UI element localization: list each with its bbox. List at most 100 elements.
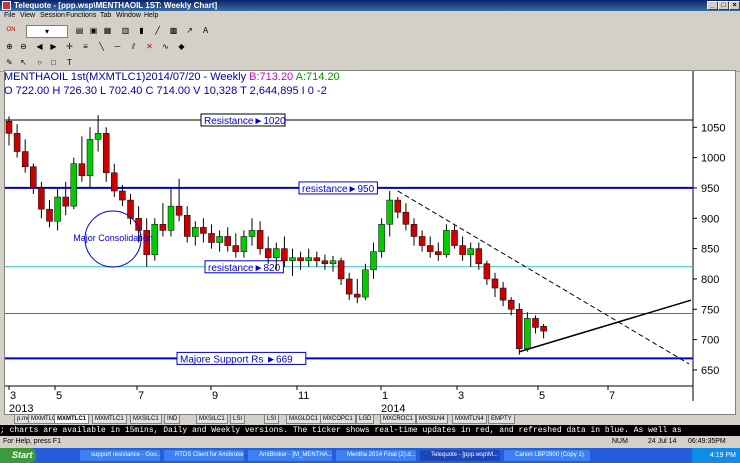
save-icon[interactable]: ▣ bbox=[88, 25, 99, 36]
symbol-tab[interactable]: LGD bbox=[356, 415, 375, 424]
arrow-icon[interactable]: ↗ bbox=[184, 25, 195, 36]
candle-body bbox=[232, 245, 240, 252]
indicator-icon[interactable]: ∿ bbox=[160, 41, 171, 52]
candle-body bbox=[443, 230, 450, 255]
crosshair-icon[interactable]: ✛ bbox=[64, 41, 75, 52]
pan-left-icon[interactable]: ◀ bbox=[34, 41, 45, 52]
menu-session[interactable]: Session bbox=[40, 12, 65, 19]
menu-window[interactable]: Window bbox=[116, 12, 141, 19]
chart-panel[interactable]: 650 700 750 800 850 900 950 1000 1050 Resistance►… bbox=[4, 70, 736, 415]
candle-body bbox=[507, 299, 515, 310]
delete-icon[interactable]: ✕ bbox=[144, 41, 155, 52]
symbol-combo[interactable]: ▾ bbox=[26, 25, 68, 38]
hline-icon[interactable]: ─ bbox=[112, 41, 123, 52]
symbol-tab[interactable]: MXMTLC1 bbox=[92, 415, 127, 424]
candle-body bbox=[240, 236, 248, 252]
open-icon[interactable]: ▤ bbox=[74, 25, 85, 36]
fib-icon[interactable]: ≡ bbox=[80, 41, 91, 52]
maximize-button[interactable]: □ bbox=[718, 1, 729, 10]
pan-right-icon[interactable]: ▶ bbox=[48, 41, 59, 52]
menu-view[interactable]: View bbox=[20, 12, 35, 19]
chart-icon[interactable]: ▥ bbox=[120, 25, 131, 36]
candle-body bbox=[524, 318, 531, 349]
x-tick-label: 3 bbox=[10, 390, 16, 402]
candle-body bbox=[38, 187, 45, 210]
status-help-text: For Help, press F1 bbox=[3, 438, 61, 445]
menu-functions[interactable]: Functions bbox=[66, 12, 96, 19]
start-button[interactable]: Start bbox=[0, 448, 36, 463]
candle-body bbox=[491, 278, 499, 289]
chart-header-line2: O 722.00 H 726.30 L 702.40 C 714.00 V 10… bbox=[4, 85, 327, 97]
candle-body bbox=[329, 260, 337, 265]
symbol-tab[interactable]: MXMTLC1 bbox=[54, 415, 89, 424]
uptrend-line bbox=[519, 299, 692, 353]
candle-body bbox=[313, 257, 321, 261]
trendline-icon[interactable]: ╲ bbox=[96, 41, 107, 52]
status-date: 24 Jul 14 bbox=[648, 438, 677, 445]
y-tick-label: 800 bbox=[701, 274, 719, 286]
symbol-tab[interactable]: EMPTY bbox=[488, 415, 515, 424]
candle-body bbox=[394, 199, 402, 213]
candle-body bbox=[216, 236, 223, 243]
close-button[interactable]: × bbox=[729, 1, 740, 10]
symbol-tab[interactable]: LSI bbox=[230, 415, 246, 424]
candle-body bbox=[451, 230, 458, 246]
taskbar: Start support resistance - Goo... RTDS Cl… bbox=[0, 448, 740, 463]
taskbar-item[interactable]: AmiBroker - [M_MENTHA... bbox=[248, 450, 332, 461]
candle-body bbox=[208, 233, 215, 243]
menu-file[interactable]: File bbox=[4, 12, 15, 19]
symbol-tab[interactable]: MXGLDC1 bbox=[286, 415, 322, 424]
minimize-button[interactable]: _ bbox=[707, 1, 718, 10]
symbol-tab[interactable]: MXCOPC1 bbox=[320, 415, 356, 424]
candle-body bbox=[248, 230, 256, 237]
candle-body bbox=[289, 257, 296, 261]
status-bar: For Help, press F1 NUM 24 Jul 14 06:49:3… bbox=[0, 436, 740, 448]
consolidation-label: Major Consolidation bbox=[73, 233, 153, 243]
symbol-tab[interactable]: LSI bbox=[264, 415, 280, 424]
symbol-tab[interactable]: MXSILC1 bbox=[196, 415, 228, 424]
zoom-in-icon[interactable]: ⊕ bbox=[4, 41, 15, 52]
color-icon[interactable]: ◆ bbox=[176, 41, 187, 52]
candle-body bbox=[13, 133, 21, 152]
symbol-tab[interactable]: IND bbox=[164, 415, 181, 424]
symbol-tab[interactable]: MXSILN4 bbox=[416, 415, 448, 424]
y-tick-label: 900 bbox=[701, 213, 719, 225]
toolbar-row-2: ⊕ ⊖ ◀ ▶ ✛ ≡ ╲ ─ ⫽ ✕ ∿ ◆ bbox=[0, 39, 740, 56]
symbol-tab[interactable]: MXCROC1 bbox=[380, 415, 417, 424]
symbol-tab[interactable]: MXSILC1 bbox=[130, 415, 162, 424]
candle-body bbox=[62, 196, 69, 207]
on-toggle-button[interactable]: ON bbox=[4, 25, 18, 36]
bar-icon[interactable]: ▮ bbox=[136, 25, 147, 36]
grid-icon[interactable]: ▩ bbox=[168, 25, 179, 36]
rectangle-icon[interactable]: □ bbox=[48, 57, 59, 68]
candle-body bbox=[273, 248, 280, 258]
toolbar-row-1: ON ▾ ▤ ▣ ▦ ▥ ▮ ╱ ▩ ↗ A bbox=[0, 23, 740, 40]
symbol-tab[interactable]: MXMTLN4 bbox=[452, 415, 487, 424]
candle-body bbox=[305, 257, 312, 261]
draw-icon[interactable]: ✎ bbox=[4, 57, 15, 68]
zoom-out-icon[interactable]: ⊖ bbox=[18, 41, 29, 52]
print-icon[interactable]: ▦ bbox=[102, 25, 113, 36]
candle-body bbox=[175, 205, 183, 216]
candle-body bbox=[378, 224, 385, 252]
status-time: 06:49:35PM bbox=[688, 438, 726, 445]
price-chart[interactable]: 650 700 750 800 850 900 950 1000 1050 Resistance►… bbox=[5, 71, 735, 414]
taskbar-item[interactable]: support resistance - Goo... bbox=[80, 450, 160, 461]
text-icon[interactable]: A bbox=[200, 25, 211, 36]
ellipse-icon[interactable]: ○ bbox=[34, 57, 45, 68]
select-icon[interactable]: ↖ bbox=[18, 57, 29, 68]
taskbar-item[interactable]: Mentha 2014 Final (2).d... bbox=[336, 450, 416, 461]
taskbar-item[interactable]: Telequote - [ppp.wsp\M... bbox=[420, 450, 500, 461]
menu-help[interactable]: Help bbox=[144, 12, 158, 19]
taskbar-item[interactable]: Canon LBP2900 (Copy 1) bbox=[504, 450, 590, 461]
menu-tab[interactable]: Tab bbox=[100, 12, 111, 19]
candle-body bbox=[102, 133, 110, 174]
candle-body bbox=[192, 227, 199, 237]
y-tick-label: 1000 bbox=[701, 153, 725, 165]
label-icon[interactable]: T bbox=[64, 57, 75, 68]
x-tick-label: 7 bbox=[138, 390, 144, 402]
taskbar-item[interactable]: RTDS Client for Amibroker bbox=[164, 450, 244, 461]
channel-icon[interactable]: ⫽ bbox=[128, 41, 139, 52]
candle-body bbox=[532, 318, 539, 328]
line-icon[interactable]: ╱ bbox=[152, 25, 163, 36]
